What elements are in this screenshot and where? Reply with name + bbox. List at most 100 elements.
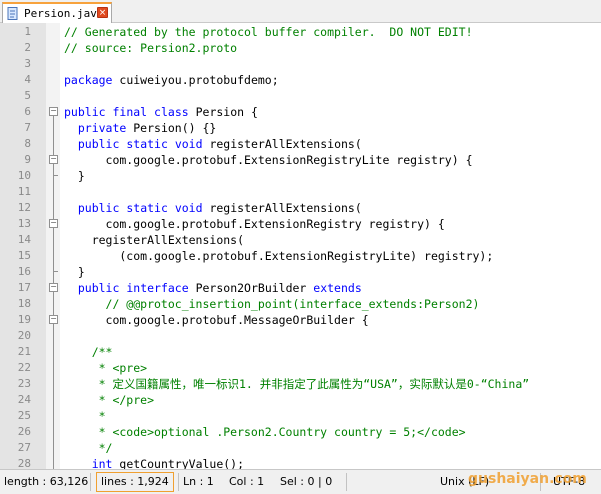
line-number: 14 <box>17 233 31 246</box>
code-line[interactable]: 17 − public interface Person2OrBuilder ex… <box>0 279 601 295</box>
line-number: 21 <box>17 345 31 358</box>
fold-line <box>49 423 58 439</box>
code-text: public interface Person2OrBuilder extend… <box>77 281 362 295</box>
code-line[interactable]: 6 − public final class Persion { <box>0 103 601 119</box>
code-text: * <pre> <box>64 361 148 375</box>
status-sel: Sel : 0 | 0 <box>280 475 333 488</box>
code-line[interactable]: 18 // @@protoc_insertion_point(interface… <box>0 295 601 311</box>
fold-line <box>49 343 58 359</box>
code-text: /** <box>64 345 113 359</box>
code-text: com.google.protobuf.ExtensionRegistry re… <box>64 217 445 231</box>
code-text: * 定义国籍属性，唯一标识1. 并非指定了此属性为“USA”，实际默认是0-“C… <box>64 377 530 391</box>
code-line[interactable]: 10 } <box>0 167 601 183</box>
code-line[interactable]: 15 (com.google.protobuf.ExtensionRegistr… <box>0 247 601 263</box>
watermark: gushaiyan.com <box>468 471 587 487</box>
code-line[interactable]: 4 package cuiweiyou.protobufdemo; <box>0 71 601 87</box>
close-icon[interactable]: × <box>97 7 108 18</box>
line-number: 18 <box>17 297 31 310</box>
code-text: * <box>64 409 106 423</box>
line-number: 15 <box>17 249 31 262</box>
code-line[interactable]: 14 registerAllExtensions( <box>0 231 601 247</box>
fold-toggle-icon[interactable]: − <box>49 215 58 231</box>
tab-bar: Persion.java × <box>0 0 601 23</box>
code-line[interactable]: 5 <box>0 87 601 103</box>
code-line[interactable]: 9 − com.google.protobuf.ExtensionRegistry… <box>0 151 601 167</box>
fold-line <box>49 327 58 343</box>
code-text: // @@protoc_insertion_point(interface_ex… <box>64 297 480 311</box>
line-number: 28 <box>17 457 31 469</box>
status-divider <box>90 473 91 491</box>
line-number: 6 <box>24 105 31 118</box>
line-number: 19 <box>17 313 31 326</box>
fold-end-icon <box>49 167 58 183</box>
file-icon <box>7 7 18 20</box>
code-line[interactable]: 7 private Persion() {} <box>0 119 601 135</box>
line-number: 17 <box>17 281 31 294</box>
line-number: 2 <box>24 41 31 54</box>
code-text: */ <box>64 441 113 455</box>
fold-line <box>49 135 58 151</box>
line-number: 16 <box>17 265 31 278</box>
code-line[interactable]: 24 * </pre> <box>0 391 601 407</box>
code-text: registerAllExtensions( <box>64 233 245 247</box>
fold-toggle-icon[interactable]: − <box>49 103 58 119</box>
code-line[interactable]: 27 */ <box>0 439 601 455</box>
fold-line <box>49 183 58 199</box>
line-number: 9 <box>24 153 31 166</box>
code-text: } <box>64 169 85 183</box>
fold-line <box>49 199 58 215</box>
status-ln: Ln : 1 <box>183 475 214 488</box>
fold-toggle-icon[interactable]: − <box>49 279 58 295</box>
code-editor[interactable]: 1 // Generated by the protocol buffer com… <box>0 23 601 469</box>
fold-line <box>49 247 58 263</box>
status-length: length : 63,126 <box>4 475 89 488</box>
code-line[interactable]: 20 <box>0 327 601 343</box>
fold-end-icon <box>49 263 58 279</box>
code-line[interactable]: 8 public static void registerAllExtensio… <box>0 135 601 151</box>
code-line[interactable]: 2 // source: Persion2.proto <box>0 39 601 55</box>
line-number: 25 <box>17 409 31 422</box>
line-number: 7 <box>24 121 31 134</box>
code-text: } <box>64 265 85 279</box>
status-lines: lines : 1,924 <box>96 472 174 492</box>
code-text: public final class Persion { <box>64 105 258 119</box>
code-text: * </pre> <box>64 393 155 407</box>
line-number: 10 <box>17 169 31 182</box>
line-number: 22 <box>17 361 31 374</box>
code-line[interactable]: 21 /** <box>0 343 601 359</box>
status-col: Col : 1 <box>229 475 265 488</box>
code-line[interactable]: 16 } <box>0 263 601 279</box>
code-line[interactable]: 26 * <code>optional .Person2.Country cou… <box>0 423 601 439</box>
code-line[interactable]: 11 <box>0 183 601 199</box>
fold-toggle-icon[interactable]: − <box>49 311 58 327</box>
code-text: package cuiweiyou.protobufdemo; <box>64 73 279 87</box>
code-line[interactable]: 13 − com.google.protobuf.ExtensionRegistr… <box>0 215 601 231</box>
code-line[interactable]: 19 − com.google.protobuf.MessageOrBuilder… <box>0 311 601 327</box>
line-number: 23 <box>17 377 31 390</box>
code-line[interactable]: 3 <box>0 55 601 71</box>
status-divider <box>178 473 179 491</box>
line-number: 1 <box>24 25 31 38</box>
code-line[interactable]: 28 int getCountryValue(); <box>0 455 601 469</box>
fold-toggle-icon[interactable]: − <box>49 151 58 167</box>
code-line[interactable]: 25 * <box>0 407 601 423</box>
line-number: 4 <box>24 73 31 86</box>
line-number: 20 <box>17 329 31 342</box>
code-text: com.google.protobuf.ExtensionRegistryLit… <box>64 153 473 167</box>
fold-line <box>49 391 58 407</box>
code-line[interactable]: 23 * 定义国籍属性，唯一标识1. 并非指定了此属性为“USA”，实际默认是0… <box>0 375 601 391</box>
line-number: 26 <box>17 425 31 438</box>
code-line[interactable]: 12 public static void registerAllExtensi… <box>0 199 601 215</box>
fold-line <box>49 119 58 135</box>
code-text: // source: Persion2.proto <box>64 41 238 55</box>
code-text: int getCountryValue(); <box>91 457 245 469</box>
code-line[interactable]: 1 // Generated by the protocol buffer com… <box>0 23 601 39</box>
code-text: public static void registerAllExtensions… <box>77 137 362 151</box>
fold-line <box>49 295 58 311</box>
line-number: 27 <box>17 441 31 454</box>
code-line[interactable]: 22 * <pre> <box>0 359 601 375</box>
tab-persion-java[interactable]: Persion.java × <box>2 2 112 23</box>
code-text: public static void registerAllExtensions… <box>77 201 362 215</box>
line-number: 12 <box>17 201 31 214</box>
fold-line <box>49 375 58 391</box>
